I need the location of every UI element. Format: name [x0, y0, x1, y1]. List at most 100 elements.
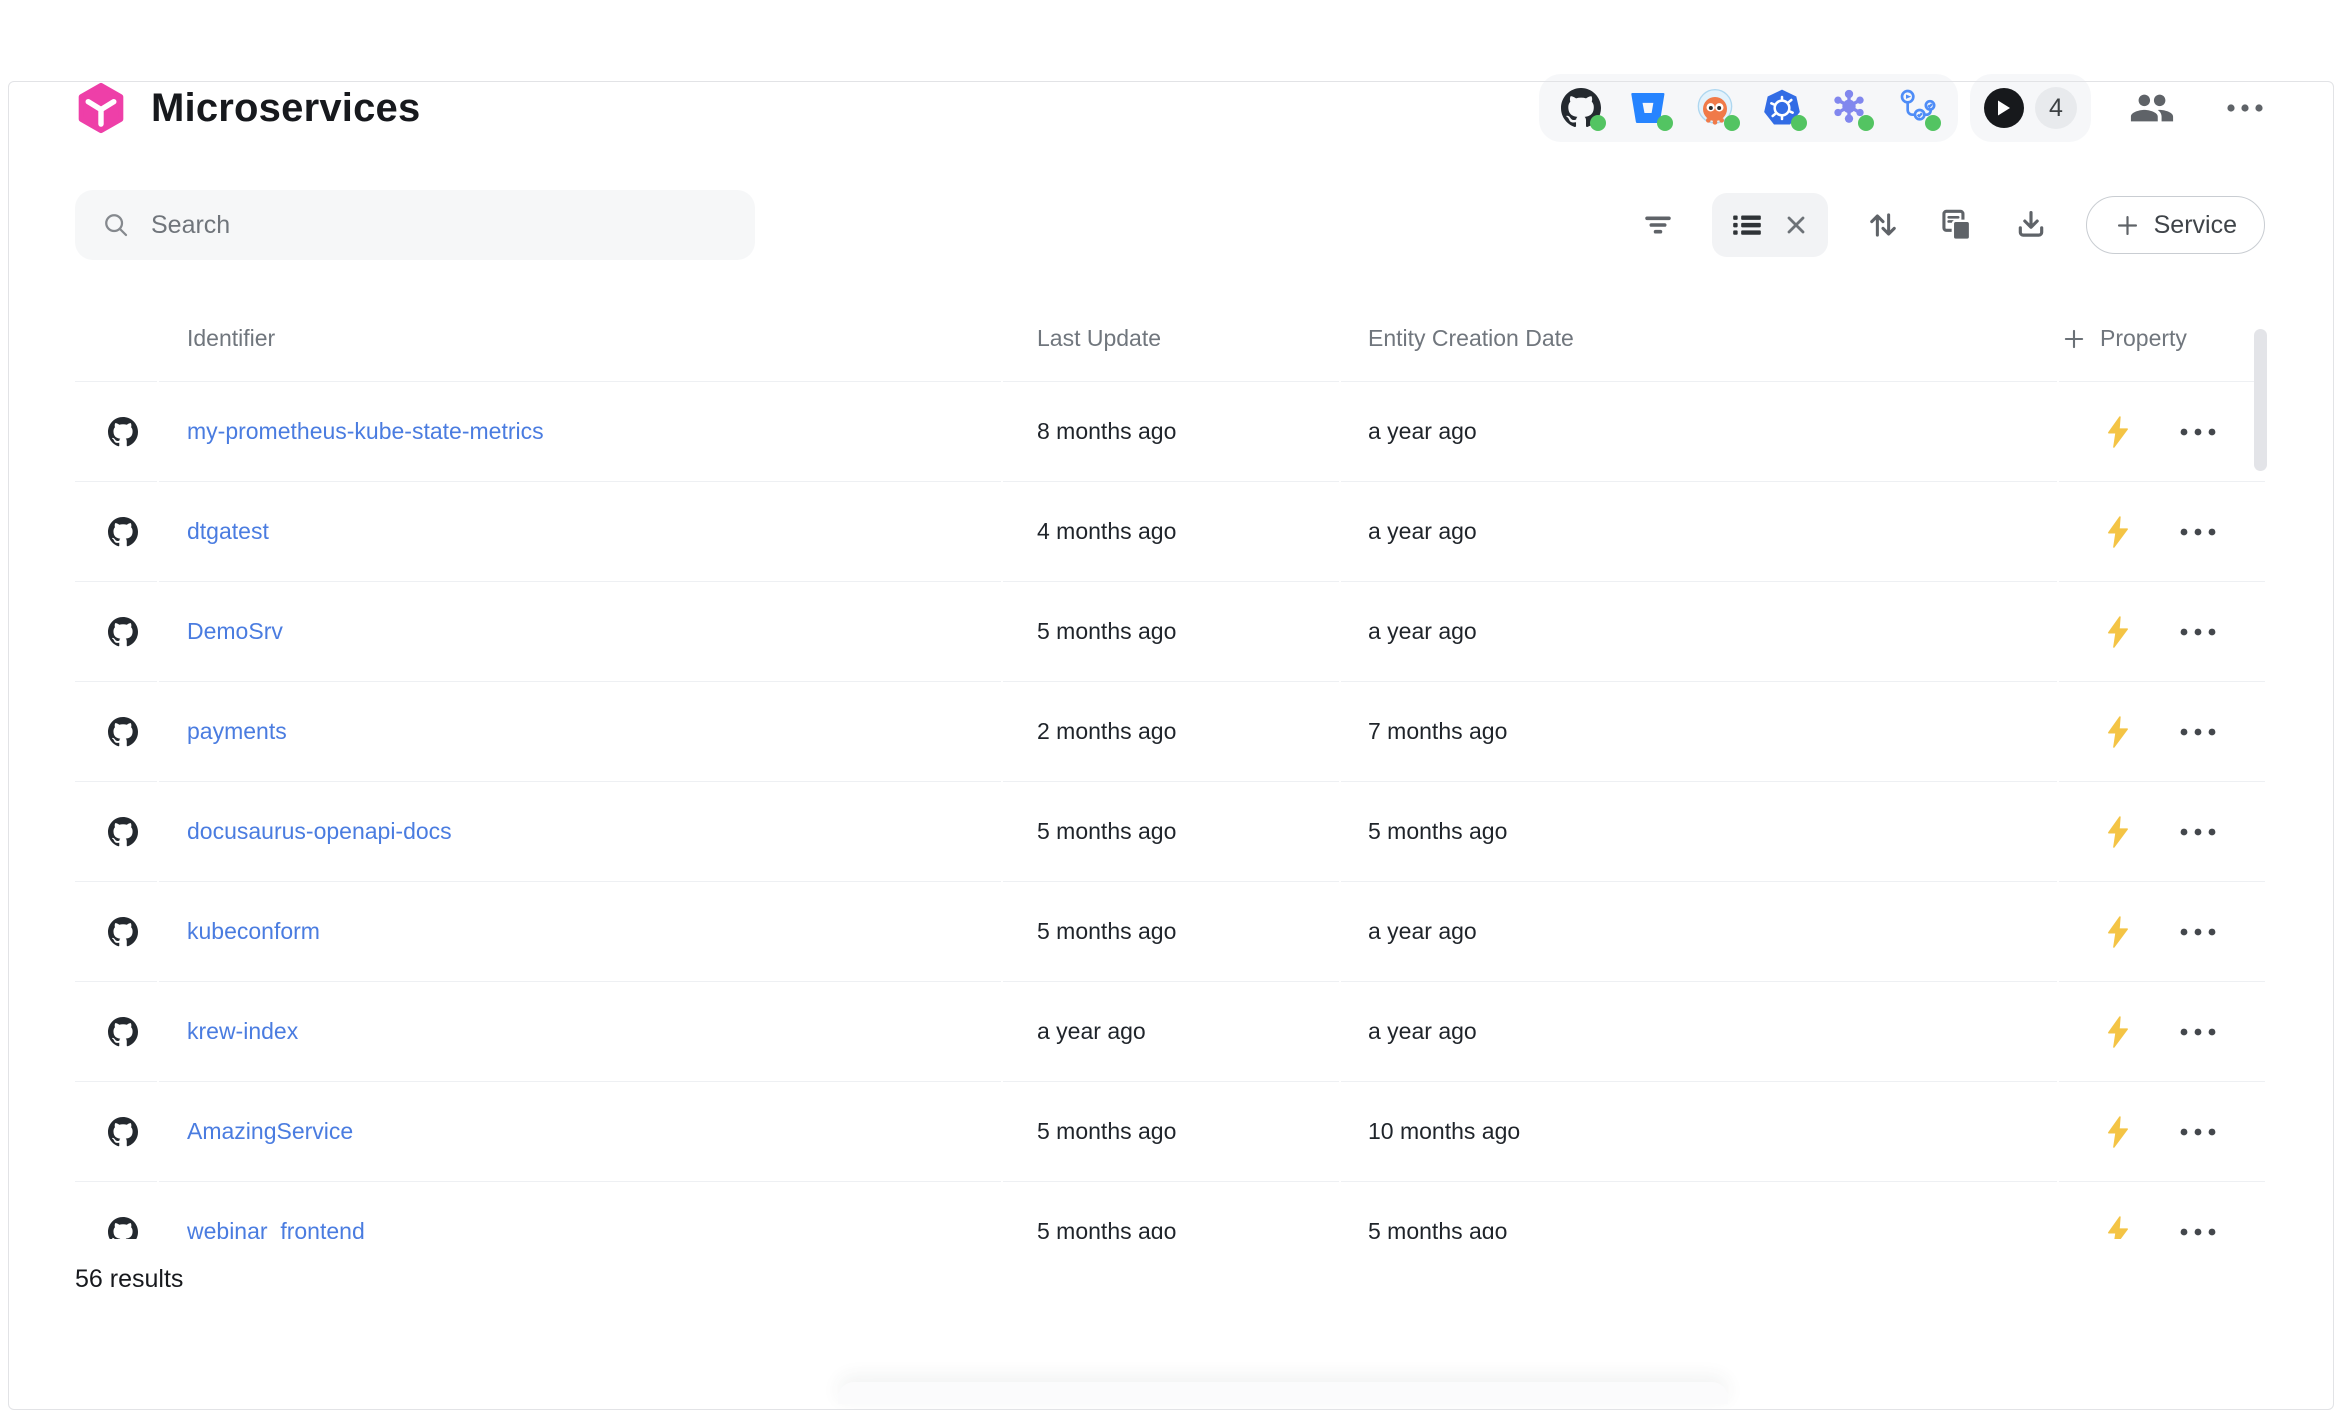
column-header-identifier: Identifier [159, 296, 1001, 382]
sort-arrows-icon[interactable] [1865, 207, 1901, 243]
header-icon-col [75, 296, 157, 382]
table-header-row: Identifier Last Update Entity Creation D… [75, 296, 2265, 382]
identifier-link[interactable]: AmazingService [187, 1118, 353, 1145]
creation-date-cell: a year ago [1341, 982, 2057, 1082]
filter-icon[interactable] [1641, 208, 1675, 242]
status-dot [1858, 115, 1874, 131]
workflow-pipeline-icon[interactable] [1896, 88, 1936, 128]
kebab-menu-icon[interactable] [2179, 1227, 2217, 1237]
cluster-molecule-icon[interactable] [1829, 88, 1869, 128]
creation-date-cell: a year ago [1341, 582, 2057, 682]
lightning-icon[interactable] [2103, 1115, 2133, 1149]
identifier-link[interactable]: krew-index [187, 1018, 298, 1045]
status-dot [1925, 115, 1941, 131]
creation-date-cell: a year ago [1341, 382, 2057, 482]
last-update-cell: 8 months ago [1003, 382, 1339, 482]
kebab-menu-icon[interactable] [2179, 627, 2217, 637]
runs-button[interactable]: 4 [1970, 74, 2091, 142]
github-icon [108, 517, 138, 547]
bottom-sheet-edge [838, 1382, 1728, 1404]
lightning-icon[interactable] [2103, 415, 2133, 449]
list-view-icon[interactable] [1730, 208, 1764, 242]
search-box[interactable] [75, 190, 755, 260]
plus-icon [2114, 212, 2141, 239]
catalog-page: Microservices [0, 72, 2342, 1404]
last-update-cell: 5 months ago [1003, 782, 1339, 882]
lightning-icon[interactable] [2103, 815, 2133, 849]
kebab-menu-icon[interactable] [2179, 1027, 2217, 1037]
table-row: krew-index a year ago a year ago [75, 982, 2265, 1082]
kebab-menu-icon[interactable] [2179, 527, 2217, 537]
github-icon[interactable] [1561, 88, 1601, 128]
status-dot [1657, 115, 1673, 131]
github-icon [108, 1117, 138, 1147]
argocd-icon[interactable] [1695, 88, 1735, 128]
add-service-button[interactable]: Service [2086, 196, 2265, 254]
kebab-menu-icon[interactable] [2179, 727, 2217, 737]
kebab-menu-icon[interactable] [2179, 927, 2217, 937]
people-icon[interactable] [2129, 85, 2175, 131]
add-property-button[interactable]: Property [2059, 296, 2265, 382]
table-row: DemoSrv 5 months ago a year ago [75, 582, 2265, 682]
last-update-cell: 5 months ago [1003, 1082, 1339, 1182]
lightning-icon[interactable] [2103, 515, 2133, 549]
lightning-icon[interactable] [2103, 715, 2133, 749]
github-icon [108, 917, 138, 947]
download-icon[interactable] [2013, 207, 2049, 243]
status-dot [1724, 115, 1740, 131]
identifier-link[interactable]: my-prometheus-kube-state-metrics [187, 418, 544, 445]
kebab-menu-icon[interactable] [2179, 827, 2217, 837]
github-icon [108, 1017, 138, 1047]
lightning-icon[interactable] [2103, 1015, 2133, 1049]
table-body: my-prometheus-kube-state-metrics 8 month… [75, 382, 2265, 1239]
last-update-cell: 5 months ago [1003, 1182, 1339, 1239]
ellipsis-icon[interactable] [2225, 102, 2265, 114]
github-icon [108, 617, 138, 647]
service-button-label: Service [2154, 211, 2237, 240]
entities-table: Identifier Last Update Entity Creation D… [75, 296, 2265, 1239]
table-row: docusaurus-openapi-docs 5 months ago 5 m… [75, 782, 2265, 882]
status-dot [1590, 115, 1606, 131]
identifier-link[interactable]: DemoSrv [187, 618, 283, 645]
identifier-link[interactable]: webinar_frontend [187, 1218, 365, 1239]
lightning-icon[interactable] [2103, 915, 2133, 949]
kebab-menu-icon[interactable] [2179, 1127, 2217, 1137]
table-row: webinar_frontend 5 months ago 5 months a… [75, 1182, 2265, 1239]
last-update-cell: a year ago [1003, 982, 1339, 1082]
column-header-last-update: Last Update [1003, 296, 1339, 382]
close-icon[interactable] [1782, 211, 1810, 239]
last-update-cell: 2 months ago [1003, 682, 1339, 782]
creation-date-cell: 10 months ago [1341, 1082, 2057, 1182]
creation-date-cell: 5 months ago [1341, 1182, 2057, 1239]
kebab-menu-icon[interactable] [2179, 427, 2217, 437]
last-update-cell: 4 months ago [1003, 482, 1339, 582]
identifier-link[interactable]: payments [187, 718, 287, 745]
copy-layers-icon[interactable] [1938, 206, 1976, 244]
identifier-link[interactable]: kubeconform [187, 918, 320, 945]
bitbucket-icon[interactable] [1628, 88, 1668, 128]
creation-date-cell: a year ago [1341, 882, 2057, 982]
table-row: payments 2 months ago 7 months ago [75, 682, 2265, 782]
identifier-link[interactable]: docusaurus-openapi-docs [187, 818, 452, 845]
view-toggle-group [1712, 193, 1828, 257]
column-header-created: Entity Creation Date [1341, 296, 2057, 382]
vertical-scrollbar[interactable] [2254, 329, 2267, 471]
github-icon [108, 717, 138, 747]
lightning-icon[interactable] [2103, 615, 2133, 649]
last-update-cell: 5 months ago [1003, 882, 1339, 982]
table-row: my-prometheus-kube-state-metrics 8 month… [75, 382, 2265, 482]
cube-logo-icon [75, 82, 127, 134]
topbar: Microservices [75, 72, 2265, 144]
last-update-cell: 5 months ago [1003, 582, 1339, 682]
creation-date-cell: 7 months ago [1341, 682, 2057, 782]
results-count: 56 results [75, 1265, 2265, 1294]
lightning-icon[interactable] [2103, 1215, 2133, 1240]
search-input[interactable] [151, 211, 729, 240]
github-icon [108, 817, 138, 847]
play-icon [1984, 88, 2024, 128]
kubernetes-icon[interactable] [1762, 88, 1802, 128]
identifier-link[interactable]: dtgatest [187, 518, 269, 545]
status-dot [1791, 115, 1807, 131]
creation-date-cell: a year ago [1341, 482, 2057, 582]
table-row: AmazingService 5 months ago 10 months ag… [75, 1082, 2265, 1182]
